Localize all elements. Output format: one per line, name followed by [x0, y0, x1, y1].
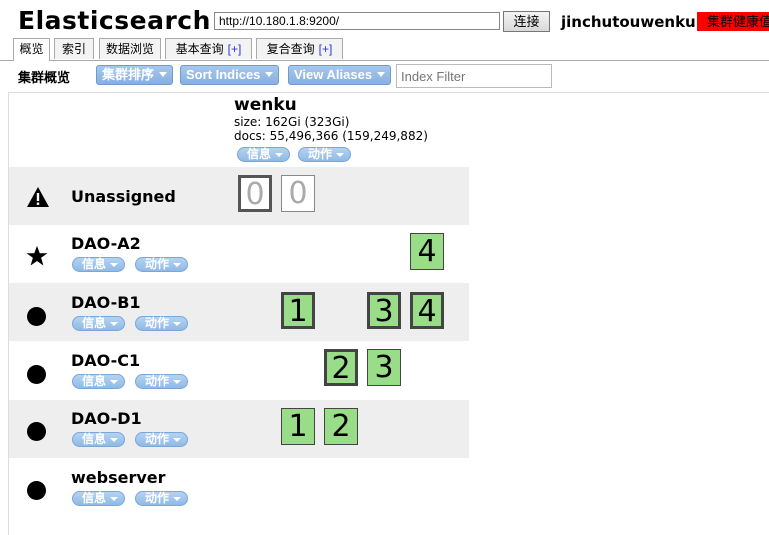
pill-label: 信息	[82, 374, 107, 388]
pill-label: 动作	[308, 147, 333, 161]
pill-label: 动作	[145, 432, 170, 446]
chevron-down-icon	[173, 263, 182, 267]
node-row: DAO-B1 信息 动作 1 3 4	[9, 283, 469, 341]
shard-replica[interactable]: 3	[367, 349, 401, 386]
node-name[interactable]: DAO-D1	[71, 409, 142, 428]
chevron-down-icon	[336, 153, 345, 157]
tab-label: 概览	[19, 42, 44, 56]
shard-replica[interactable]: 1	[281, 408, 315, 445]
index-info-dropdown[interactable]: 信息	[237, 147, 291, 162]
shard-replica[interactable]: 4	[410, 233, 444, 270]
shard-primary[interactable]: 4	[410, 292, 444, 329]
dot-icon	[27, 365, 46, 384]
dropdown-label: 集群排序	[102, 67, 155, 82]
pill-label: 信息	[82, 316, 107, 330]
pill-label: 信息	[82, 257, 107, 271]
node-info-dropdown[interactable]: 信息	[72, 491, 126, 506]
server-url-input[interactable]	[214, 12, 500, 30]
pill-label: 信息	[247, 147, 272, 161]
node-action-dropdown[interactable]: 动作	[135, 374, 189, 389]
chevron-down-icon	[173, 380, 182, 384]
unassigned-row: Unassigned 0 0	[9, 167, 469, 225]
dropdown-label: Sort Indices	[186, 67, 261, 82]
node-action-dropdown[interactable]: 动作	[135, 432, 189, 447]
chevron-down-icon	[265, 72, 274, 77]
shard-primary[interactable]: 2	[324, 349, 358, 386]
tab-compound-query[interactable]: 复合查询 [+]	[256, 38, 343, 59]
chevron-down-icon	[110, 263, 119, 267]
shard-primary[interactable]: 1	[281, 292, 315, 329]
chevron-down-icon	[110, 322, 119, 326]
tab-indices[interactable]: 索引	[54, 38, 94, 59]
node-name[interactable]: DAO-A2	[71, 234, 141, 253]
pill-label: 动作	[145, 374, 170, 388]
connect-button[interactable]: 连接	[503, 11, 550, 32]
app-title: Elasticsearch	[18, 6, 211, 35]
tab-label: 数据浏览	[105, 42, 154, 56]
node-action-dropdown[interactable]: 动作	[135, 491, 189, 506]
shard-primary[interactable]: 3	[367, 292, 401, 329]
shard-replica[interactable]: 2	[324, 408, 358, 445]
node-name[interactable]: DAO-C1	[71, 351, 140, 370]
add-query-icon[interactable]: [+]	[319, 42, 333, 56]
dot-icon	[27, 307, 46, 326]
page-title: 集群概览	[18, 70, 71, 85]
pill-label: 动作	[145, 491, 170, 505]
cluster-health-badge: 集群健康值	[697, 12, 769, 31]
index-action-dropdown[interactable]: 动作	[298, 147, 352, 162]
chevron-down-icon	[110, 438, 119, 442]
divider	[8, 92, 769, 93]
sort-indices-dropdown[interactable]: Sort Indices	[180, 65, 280, 85]
tab-bar: 概览 索引 数据浏览 基本查询 [+] 复合查询 [+]	[0, 38, 769, 61]
unassigned-label: Unassigned	[71, 187, 176, 206]
chevron-down-icon	[377, 72, 386, 77]
add-query-icon[interactable]: [+]	[228, 42, 242, 56]
pill-label: 信息	[82, 432, 107, 446]
tab-browser[interactable]: 数据浏览	[99, 38, 161, 59]
chevron-down-icon	[173, 322, 182, 326]
node-action-dropdown[interactable]: 动作	[135, 316, 189, 331]
dot-icon	[27, 481, 46, 500]
node-row: DAO-C1 信息 动作 2 3	[9, 341, 469, 399]
view-aliases-dropdown[interactable]: View Aliases	[288, 65, 392, 85]
node-row: DAO-A2 信息 动作 4	[9, 225, 469, 283]
star-icon	[26, 245, 48, 266]
node-name[interactable]: DAO-B1	[71, 293, 141, 312]
tab-label: 复合查询	[266, 42, 315, 56]
tab-label: 基本查询	[175, 42, 224, 56]
chevron-down-icon	[110, 497, 119, 501]
index-docs: docs: 55,496,366 (159,249,882)	[234, 129, 428, 143]
tab-label: 索引	[61, 42, 86, 56]
index-filter-input[interactable]	[396, 64, 552, 88]
node-name[interactable]: webserver	[71, 468, 166, 487]
dropdown-label: View Aliases	[294, 67, 373, 82]
unassigned-shard[interactable]: 0	[281, 175, 315, 212]
node-info-dropdown[interactable]: 信息	[72, 432, 126, 447]
top-bar: Elasticsearch 连接 jinchutouwenku 集群健康值	[0, 0, 769, 38]
index-name[interactable]: wenku	[234, 95, 297, 115]
chevron-down-icon	[275, 153, 284, 157]
tab-basic-query[interactable]: 基本查询 [+]	[165, 38, 252, 59]
node-info-dropdown[interactable]: 信息	[72, 316, 126, 331]
index-size: size: 162Gi (323Gi)	[234, 115, 350, 129]
pill-label: 动作	[145, 316, 170, 330]
node-row: webserver 信息 动作	[9, 458, 469, 516]
cluster-name: jinchutouwenku	[561, 13, 696, 31]
chevron-down-icon	[173, 438, 182, 442]
warning-icon	[27, 187, 49, 207]
node-info-dropdown[interactable]: 信息	[72, 374, 126, 389]
chevron-down-icon	[173, 497, 182, 501]
chevron-down-icon	[110, 380, 119, 384]
dot-icon	[27, 422, 46, 441]
tab-overview[interactable]: 概览	[13, 38, 50, 61]
node-action-dropdown[interactable]: 动作	[135, 257, 189, 272]
node-info-dropdown[interactable]: 信息	[72, 257, 126, 272]
pill-label: 信息	[82, 491, 107, 505]
pill-label: 动作	[145, 257, 170, 271]
chevron-down-icon	[159, 72, 168, 77]
unassigned-shard[interactable]: 0	[238, 175, 272, 212]
node-row: DAO-D1 信息 动作 1 2	[9, 400, 469, 458]
sort-cluster-dropdown[interactable]: 集群排序	[96, 65, 174, 85]
